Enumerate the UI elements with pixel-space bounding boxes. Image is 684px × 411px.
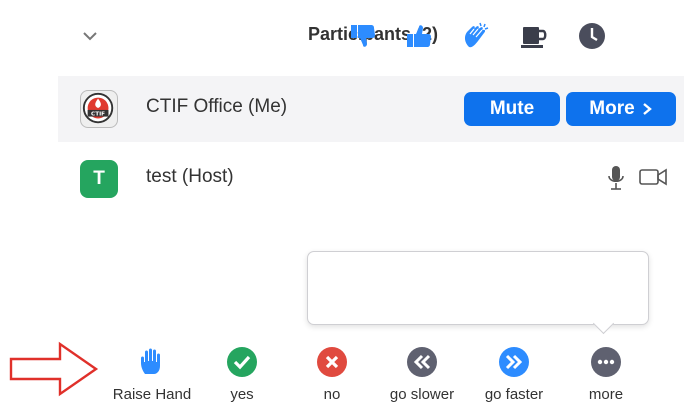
svg-text:CTIF: CTIF: [91, 112, 105, 118]
participant-row-me[interactable]: CTIF CTIF Office (Me) Mute More: [58, 76, 684, 142]
video-camera-icon[interactable]: [638, 167, 668, 187]
coffee-icon[interactable]: [518, 20, 550, 52]
thumbs-down-icon[interactable]: [348, 20, 380, 52]
fast-forward-icon: [499, 347, 529, 377]
raise-hand-button[interactable]: Raise Hand: [104, 340, 200, 410]
clock-icon[interactable]: [576, 20, 608, 52]
participant-row-host[interactable]: T test (Host): [58, 146, 684, 212]
ellipsis-icon: [591, 347, 621, 377]
participant-name: test (Host): [146, 166, 234, 187]
more-feedback-button[interactable]: more: [558, 340, 654, 410]
feedback-label: yes: [230, 386, 254, 403]
rewind-icon: [407, 347, 437, 377]
annotation-arrow-icon: [9, 341, 99, 397]
x-icon: [317, 347, 347, 377]
raise-hand-icon: [141, 348, 160, 374]
feedback-label: go slower: [389, 386, 455, 403]
check-icon: [227, 347, 257, 377]
reactions-popup: [307, 251, 649, 325]
feedback-label: no: [323, 386, 341, 403]
go-faster-button[interactable]: go faster: [466, 340, 562, 410]
yes-button[interactable]: yes: [194, 340, 290, 410]
feedback-label: more: [588, 386, 624, 403]
avatar: T: [80, 160, 118, 198]
participant-name: CTIF Office (Me): [146, 96, 288, 117]
no-button[interactable]: no: [284, 340, 380, 410]
feedback-label: Raise Hand: [112, 386, 192, 403]
mute-button[interactable]: Mute: [464, 92, 560, 126]
thumbs-up-icon[interactable]: [404, 20, 436, 52]
go-slower-button[interactable]: go slower: [374, 340, 470, 410]
ctif-logo-icon: CTIF: [82, 92, 114, 124]
feedback-label: go faster: [484, 386, 544, 403]
avatar: CTIF: [80, 90, 118, 128]
more-button[interactable]: More: [566, 92, 676, 126]
more-button-label: More: [589, 98, 635, 119]
clap-icon[interactable]: [460, 20, 492, 52]
microphone-icon[interactable]: [606, 164, 626, 192]
chevron-right-icon: [642, 103, 652, 115]
